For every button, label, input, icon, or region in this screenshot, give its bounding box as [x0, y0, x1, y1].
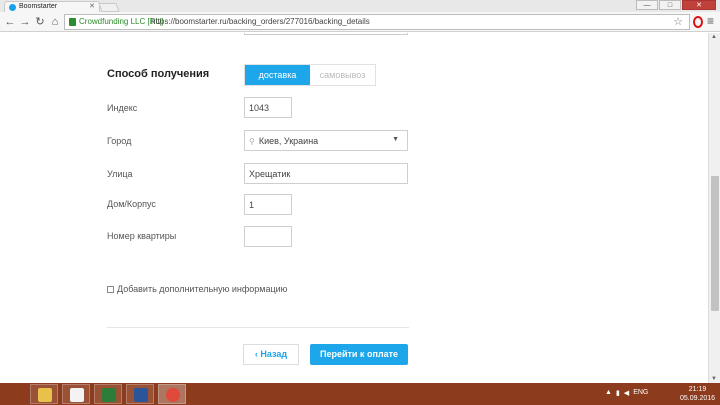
browser-titlebar: Boomstarter ✕ — □ ✕ — [0, 0, 720, 12]
back-button[interactable]: ‹ Назад — [243, 344, 299, 365]
clock-date: 05.09.2016 — [680, 395, 716, 402]
extra-info-row[interactable]: Добавить дополнительную информацию — [107, 284, 287, 294]
browser-tab[interactable]: Boomstarter ✕ — [4, 1, 100, 12]
favicon-icon — [9, 4, 16, 11]
bookmark-star-icon[interactable]: ☆ — [673, 15, 683, 28]
clock-time: 21:19 — [688, 386, 707, 393]
system-tray: ▲ ▮ ◀ ENG — [605, 389, 648, 397]
back-arrow-icon[interactable]: ← — [4, 15, 16, 29]
folder-icon — [38, 388, 52, 402]
house-label: Дом/Корпус — [107, 199, 156, 209]
network-icon[interactable]: ▮ — [616, 389, 620, 397]
chevron-down-icon: ▼ — [392, 136, 399, 143]
lock-icon — [69, 18, 76, 26]
clock[interactable]: 21:19 05.09.2016 — [680, 385, 715, 403]
volume-icon[interactable]: ◀ — [624, 389, 629, 397]
scrollbar-thumb[interactable] — [711, 176, 719, 311]
index-field[interactable]: 1043 — [244, 97, 292, 118]
menu-icon[interactable]: ≡ — [707, 14, 714, 28]
tray-arrow-icon[interactable]: ▲ — [605, 389, 612, 397]
windows-taskbar: ▲ ▮ ◀ ENG 21:19 05.09.2016 — [0, 383, 720, 405]
language-indicator[interactable]: ENG — [633, 389, 648, 397]
taskbar-explorer[interactable] — [30, 384, 58, 404]
city-value: Киев, Украина — [258, 136, 319, 146]
chrome-icon — [166, 388, 180, 402]
close-tab-icon[interactable]: ✕ — [89, 2, 95, 10]
minimize-button[interactable]: — — [636, 0, 658, 10]
scroll-up-icon[interactable]: ▲ — [711, 34, 717, 40]
taskbar-excel[interactable] — [94, 384, 122, 404]
index-label: Индекс — [107, 103, 138, 113]
delivery-method-toggle: доставка самовывоз — [244, 64, 376, 86]
taskbar-home[interactable] — [62, 384, 90, 404]
extra-info-label[interactable]: Добавить дополнительную информацию — [117, 284, 287, 294]
close-window-button[interactable]: ✕ — [682, 0, 716, 10]
divider — [107, 327, 409, 328]
reload-icon[interactable]: ↻ — [34, 15, 46, 29]
taskbar-chrome[interactable] — [158, 384, 186, 404]
city-label: Город — [107, 136, 132, 146]
house-field[interactable]: 1 — [244, 194, 292, 215]
scroll-down-icon[interactable]: ▼ — [711, 376, 717, 382]
option-pickup[interactable]: самовывоз — [310, 65, 375, 85]
street-label: Улица — [107, 169, 133, 179]
forward-arrow-icon[interactable]: → — [19, 15, 31, 29]
tab-title: Boomstarter — [19, 3, 58, 10]
taskbar-word[interactable] — [126, 384, 154, 404]
option-delivery[interactable]: доставка — [245, 65, 310, 85]
page-content: Способ получения доставка самовывоз Инде… — [0, 33, 708, 383]
maximize-button[interactable]: □ — [659, 0, 681, 10]
search-icon: ⚲ — [249, 137, 255, 146]
apartment-label: Номер квартиры — [107, 231, 177, 241]
browser-toolbar: ← → ↻ ⌂ Crowdfunding LLC [RU] https://bo… — [0, 12, 720, 32]
address-bar[interactable]: Crowdfunding LLC [RU] https://boomstarte… — [64, 14, 690, 30]
word-icon — [134, 388, 148, 402]
opera-extension-icon[interactable] — [693, 16, 703, 28]
street-field[interactable]: Хрещатик — [244, 163, 408, 184]
proceed-to-payment-button[interactable]: Перейти к оплате — [310, 344, 408, 365]
excel-icon — [102, 388, 116, 402]
delivery-method-title: Способ получения — [107, 68, 210, 80]
home-icon — [70, 388, 84, 402]
vertical-scrollbar[interactable]: ▲ ▼ — [708, 33, 720, 383]
previous-field-edge — [244, 33, 408, 35]
home-icon[interactable]: ⌂ — [49, 15, 61, 29]
apartment-field[interactable] — [244, 226, 292, 247]
extra-info-checkbox[interactable] — [107, 285, 114, 293]
url-text[interactable]: https://boomstarter.ru/backing_orders/27… — [151, 17, 370, 26]
city-select[interactable]: ⚲ Киев, Украина ▼ — [244, 130, 408, 151]
back-button-label: Назад — [260, 349, 288, 359]
new-tab-button[interactable] — [98, 3, 120, 12]
